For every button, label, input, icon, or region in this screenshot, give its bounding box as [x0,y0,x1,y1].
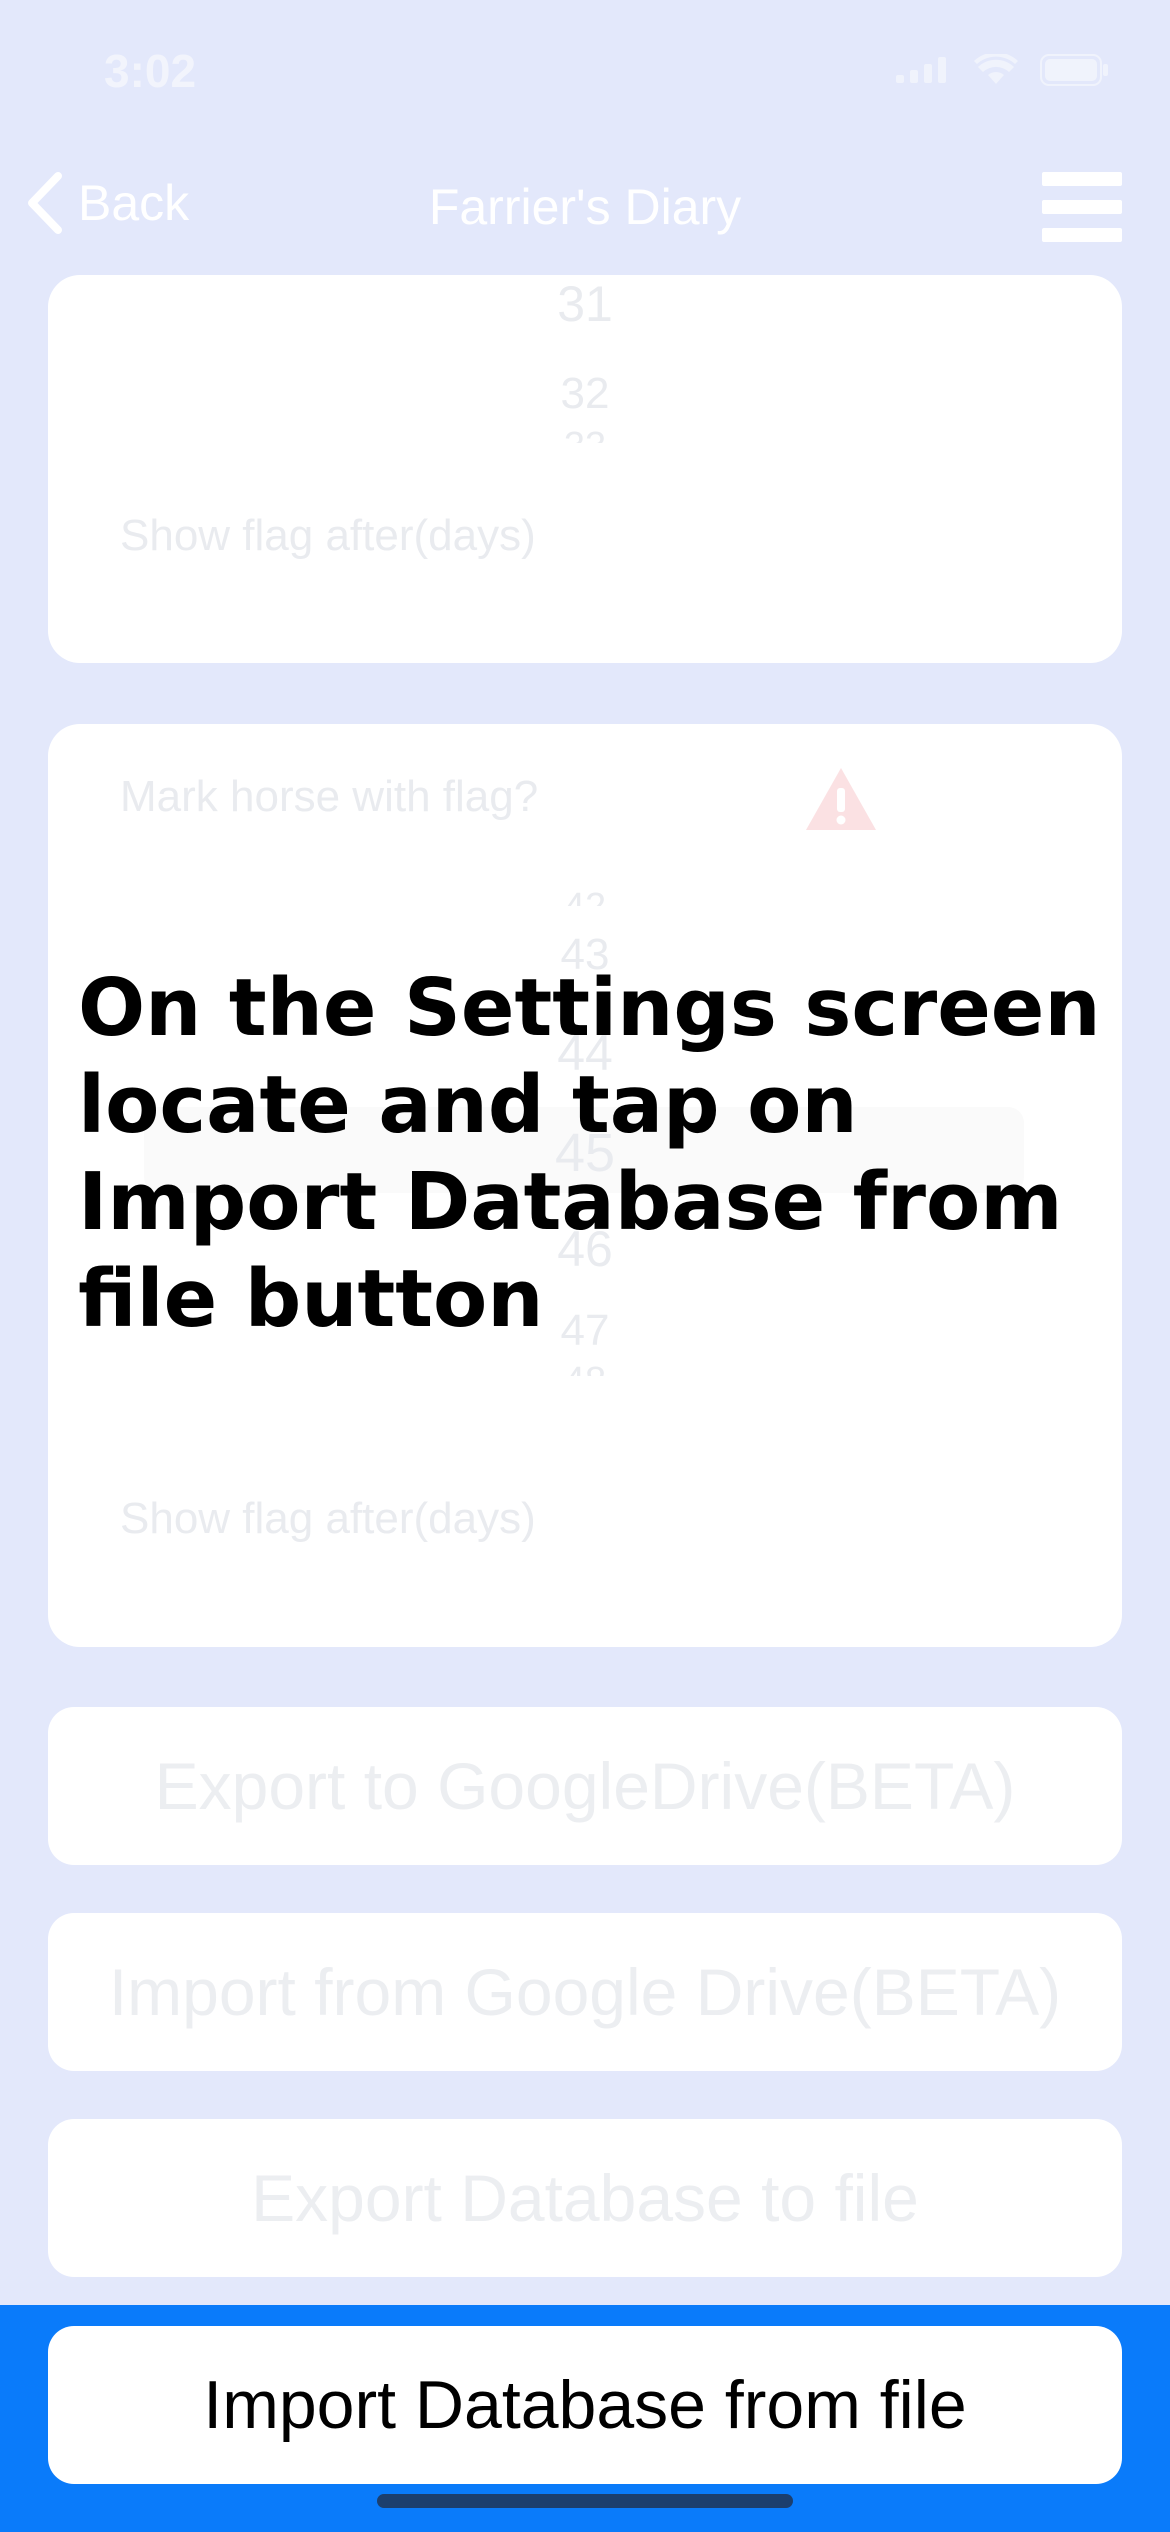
picker-item[interactable]: 48 [48,1360,1122,1376]
show-flag-after-label: Show flag after(days) [120,511,536,560]
flag-settings-card-top: 31 32 33 Show flag after(days) [48,275,1122,663]
signal-icon [896,57,946,83]
home-indicator [377,2494,793,2508]
picker-item[interactable]: 32 [48,369,1122,419]
picker-item[interactable]: 33 [48,425,1122,443]
status-bar: 3:02 [0,0,1170,150]
picker-item[interactable]: 31 [48,275,1122,333]
export-google-drive-button[interactable]: Export to GoogleDrive(BETA) [48,1707,1122,1865]
import-database-file-button[interactable]: Import Database from file [48,2326,1122,2484]
instruction-text: On the Settings screen locate and tap on… [78,962,1101,1345]
mark-horse-flag-label: Mark horse with flag? [120,772,539,821]
status-time: 3:02 [104,45,197,97]
page-title: Farrier's Diary [428,179,742,235]
navigation-bar: Back Farrier's Diary [0,150,1170,275]
battery-icon [1040,54,1108,86]
picker-item[interactable]: 42 [48,886,1122,906]
import-google-drive-button[interactable]: Import from Google Drive(BETA) [48,1913,1122,2071]
show-flag-after-label: Show flag after(days) [120,1494,536,1543]
wifi-icon [974,54,1018,84]
export-database-file-button[interactable]: Export Database to file [48,2119,1122,2277]
warning-icon[interactable] [804,766,878,832]
hamburger-menu-icon[interactable] [1042,172,1122,242]
status-icons [896,54,1110,86]
